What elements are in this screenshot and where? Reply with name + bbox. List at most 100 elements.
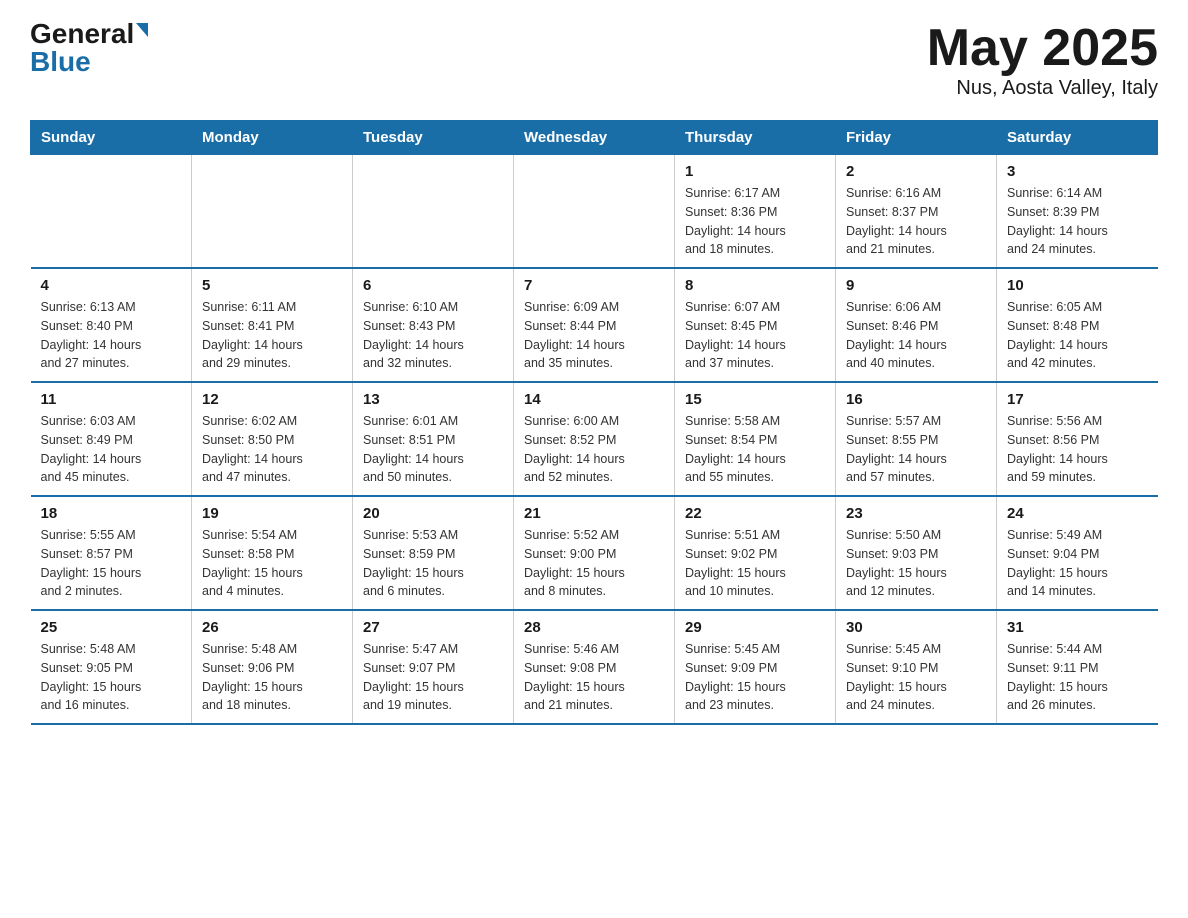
calendar-day-8: 8 Sunrise: 6:07 AM Sunset: 8:45 PM Daylig… [675, 268, 836, 382]
calendar-day-2: 2 Sunrise: 6:16 AM Sunset: 8:37 PM Daylig… [836, 155, 997, 269]
logo-arrow-icon [136, 23, 148, 37]
calendar-day-1: 1 Sunrise: 6:17 AM Sunset: 8:36 PM Daylig… [675, 155, 836, 269]
day-info: Sunrise: 5:55 AM Sunset: 8:57 PM Dayligh… [41, 526, 182, 601]
day-number: 11 [41, 391, 182, 408]
calendar-day-14: 14Sunrise: 6:00 AM Sunset: 8:52 PM Dayli… [514, 382, 675, 496]
day-number: 22 [685, 505, 825, 522]
empty-cell [514, 155, 675, 269]
day-number: 12 [202, 391, 342, 408]
calendar-day-16: 16 Sunrise: 5:57 AM Sunset: 8:55 PM Dayli… [836, 382, 997, 496]
calendar-day-5: 5 Sunrise: 6:11 AM Sunset: 8:41 PM Daylig… [192, 268, 353, 382]
empty-cell [31, 155, 192, 269]
day-number: 3 [1007, 163, 1148, 180]
calendar-day-27: 27Sunrise: 5:47 AM Sunset: 9:07 PM Dayli… [353, 610, 514, 724]
calendar-day-15: 15Sunrise: 5:58 AM Sunset: 8:54 PM Dayli… [675, 382, 836, 496]
day-number: 5 [202, 277, 342, 294]
calendar-day-24: 24Sunrise: 5:49 AM Sunset: 9:04 PM Dayli… [997, 496, 1158, 610]
day-info: Sunrise: 5:50 AM Sunset: 9:03 PM Dayligh… [846, 526, 986, 601]
calendar-day-13: 13 Sunrise: 6:01 AM Sunset: 8:51 PM Dayli… [353, 382, 514, 496]
day-info: Sunrise: 5:56 AM Sunset: 8:56 PM Dayligh… [1007, 412, 1148, 487]
day-info: Sunrise: 5:52 AM Sunset: 9:00 PM Dayligh… [524, 526, 664, 601]
day-info: Sunrise: 6:09 AM Sunset: 8:44 PM Dayligh… [524, 298, 664, 373]
day-number: 6 [363, 277, 503, 294]
day-number: 18 [41, 505, 182, 522]
day-info: Sunrise: 6:00 AM Sunset: 8:52 PM Dayligh… [524, 412, 664, 487]
calendar-day-20: 20 Sunrise: 5:53 AM Sunset: 8:59 PM Dayli… [353, 496, 514, 610]
day-info: Sunrise: 6:01 AM Sunset: 8:51 PM Dayligh… [363, 412, 503, 487]
day-info: Sunrise: 6:14 AM Sunset: 8:39 PM Dayligh… [1007, 184, 1148, 259]
day-info: Sunrise: 6:05 AM Sunset: 8:48 PM Dayligh… [1007, 298, 1148, 373]
day-number: 7 [524, 277, 664, 294]
day-info: Sunrise: 5:48 AM Sunset: 9:05 PM Dayligh… [41, 640, 182, 715]
calendar-day-7: 7 Sunrise: 6:09 AM Sunset: 8:44 PM Daylig… [514, 268, 675, 382]
day-number: 26 [202, 619, 342, 636]
calendar-day-9: 9 Sunrise: 6:06 AM Sunset: 8:46 PM Daylig… [836, 268, 997, 382]
location-text: Nus, Aosta Valley, Italy [927, 77, 1158, 100]
calendar-day-23: 23 Sunrise: 5:50 AM Sunset: 9:03 PM Dayli… [836, 496, 997, 610]
day-info: Sunrise: 5:48 AM Sunset: 9:06 PM Dayligh… [202, 640, 342, 715]
day-info: Sunrise: 5:51 AM Sunset: 9:02 PM Dayligh… [685, 526, 825, 601]
title-block: May 2025 Nus, Aosta Valley, Italy [927, 20, 1158, 100]
day-number: 4 [41, 277, 182, 294]
calendar-day-31: 31Sunrise: 5:44 AM Sunset: 9:11 PM Dayli… [997, 610, 1158, 724]
day-info: Sunrise: 6:10 AM Sunset: 8:43 PM Dayligh… [363, 298, 503, 373]
day-info: Sunrise: 6:13 AM Sunset: 8:40 PM Dayligh… [41, 298, 182, 373]
day-info: Sunrise: 5:45 AM Sunset: 9:09 PM Dayligh… [685, 640, 825, 715]
day-number: 24 [1007, 505, 1148, 522]
day-number: 29 [685, 619, 825, 636]
day-info: Sunrise: 6:17 AM Sunset: 8:36 PM Dayligh… [685, 184, 825, 259]
calendar-header-row: SundayMondayTuesdayWednesdayThursdayFrid… [31, 121, 1158, 155]
calendar-week-row: 4 Sunrise: 6:13 AM Sunset: 8:40 PM Daylig… [31, 268, 1158, 382]
calendar-week-row: 25Sunrise: 5:48 AM Sunset: 9:05 PM Dayli… [31, 610, 1158, 724]
day-number: 13 [363, 391, 503, 408]
day-info: Sunrise: 5:54 AM Sunset: 8:58 PM Dayligh… [202, 526, 342, 601]
logo: General Blue [30, 20, 148, 76]
day-number: 27 [363, 619, 503, 636]
calendar-day-3: 3 Sunrise: 6:14 AM Sunset: 8:39 PM Daylig… [997, 155, 1158, 269]
calendar-table: SundayMondayTuesdayWednesdayThursdayFrid… [30, 120, 1158, 725]
day-number: 9 [846, 277, 986, 294]
day-info: Sunrise: 5:46 AM Sunset: 9:08 PM Dayligh… [524, 640, 664, 715]
column-header-wednesday: Wednesday [514, 121, 675, 155]
calendar-day-21: 21 Sunrise: 5:52 AM Sunset: 9:00 PM Dayli… [514, 496, 675, 610]
calendar-day-30: 30Sunrise: 5:45 AM Sunset: 9:10 PM Dayli… [836, 610, 997, 724]
column-header-monday: Monday [192, 121, 353, 155]
calendar-day-12: 12 Sunrise: 6:02 AM Sunset: 8:50 PM Dayli… [192, 382, 353, 496]
calendar-day-11: 11Sunrise: 6:03 AM Sunset: 8:49 PM Dayli… [31, 382, 192, 496]
day-number: 2 [846, 163, 986, 180]
calendar-day-19: 19 Sunrise: 5:54 AM Sunset: 8:58 PM Dayli… [192, 496, 353, 610]
day-number: 8 [685, 277, 825, 294]
column-header-sunday: Sunday [31, 121, 192, 155]
day-info: Sunrise: 5:57 AM Sunset: 8:55 PM Dayligh… [846, 412, 986, 487]
day-info: Sunrise: 6:07 AM Sunset: 8:45 PM Dayligh… [685, 298, 825, 373]
day-info: Sunrise: 6:02 AM Sunset: 8:50 PM Dayligh… [202, 412, 342, 487]
calendar-week-row: 1 Sunrise: 6:17 AM Sunset: 8:36 PM Daylig… [31, 155, 1158, 269]
day-info: Sunrise: 6:06 AM Sunset: 8:46 PM Dayligh… [846, 298, 986, 373]
day-info: Sunrise: 6:16 AM Sunset: 8:37 PM Dayligh… [846, 184, 986, 259]
calendar-day-10: 10Sunrise: 6:05 AM Sunset: 8:48 PM Dayli… [997, 268, 1158, 382]
day-info: Sunrise: 5:44 AM Sunset: 9:11 PM Dayligh… [1007, 640, 1148, 715]
day-number: 1 [685, 163, 825, 180]
day-number: 17 [1007, 391, 1148, 408]
calendar-day-6: 6 Sunrise: 6:10 AM Sunset: 8:43 PM Daylig… [353, 268, 514, 382]
column-header-thursday: Thursday [675, 121, 836, 155]
logo-blue-text: Blue [30, 48, 91, 76]
day-number: 20 [363, 505, 503, 522]
calendar-week-row: 11Sunrise: 6:03 AM Sunset: 8:49 PM Dayli… [31, 382, 1158, 496]
logo-general-text: General [30, 20, 134, 48]
calendar-day-29: 29 Sunrise: 5:45 AM Sunset: 9:09 PM Dayli… [675, 610, 836, 724]
day-number: 16 [846, 391, 986, 408]
calendar-day-22: 22 Sunrise: 5:51 AM Sunset: 9:02 PM Dayli… [675, 496, 836, 610]
day-info: Sunrise: 5:58 AM Sunset: 8:54 PM Dayligh… [685, 412, 825, 487]
column-header-tuesday: Tuesday [353, 121, 514, 155]
column-header-saturday: Saturday [997, 121, 1158, 155]
day-number: 21 [524, 505, 664, 522]
calendar-day-26: 26 Sunrise: 5:48 AM Sunset: 9:06 PM Dayli… [192, 610, 353, 724]
day-info: Sunrise: 6:11 AM Sunset: 8:41 PM Dayligh… [202, 298, 342, 373]
day-number: 23 [846, 505, 986, 522]
day-info: Sunrise: 5:53 AM Sunset: 8:59 PM Dayligh… [363, 526, 503, 601]
month-title: May 2025 [927, 20, 1158, 77]
day-info: Sunrise: 5:45 AM Sunset: 9:10 PM Dayligh… [846, 640, 986, 715]
calendar-day-25: 25Sunrise: 5:48 AM Sunset: 9:05 PM Dayli… [31, 610, 192, 724]
day-number: 19 [202, 505, 342, 522]
